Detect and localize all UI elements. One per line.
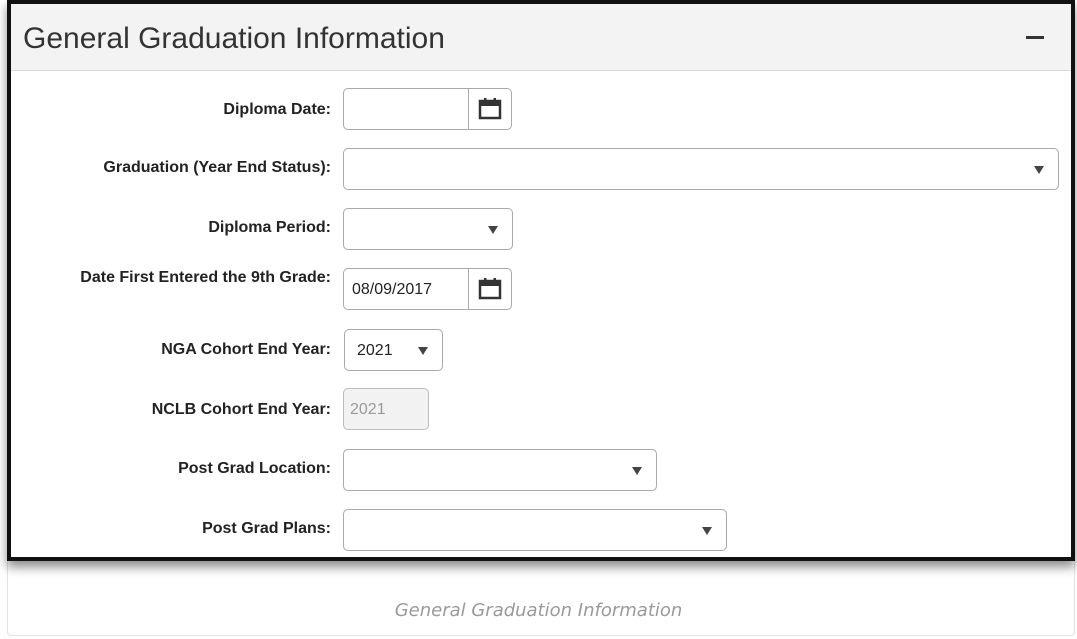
post-grad-plans-label: Post Grad Plans: [202, 520, 331, 537]
date-first-9th-label: Date First Entered the 9th Grade: [80, 269, 331, 286]
nclb-cohort-label: NCLB Cohort End Year: [151, 401, 331, 418]
chevron-down-icon [632, 467, 642, 475]
diploma-period-select[interactable] [343, 208, 513, 250]
date-first-9th-value: 08/09/2017 [352, 281, 433, 298]
nclb-cohort-field: 2021 [343, 388, 429, 430]
post-grad-plans-select[interactable] [343, 509, 727, 551]
date-first-9th-calendar-button[interactable] [468, 269, 511, 309]
nga-cohort-value: 2021 [357, 342, 393, 359]
chevron-down-icon [1034, 166, 1044, 174]
graduation-status-select[interactable] [343, 148, 1059, 190]
panel-header: General Graduation Information [11, 4, 1071, 71]
calendar-icon [478, 278, 502, 300]
date-first-9th-field[interactable]: 08/09/2017 [343, 268, 512, 310]
calendar-icon [478, 98, 502, 120]
chevron-down-icon [418, 347, 428, 355]
diploma-date-label: Diploma Date: [223, 101, 331, 118]
chevron-down-icon [488, 226, 498, 234]
diploma-date-field[interactable] [343, 88, 512, 130]
post-grad-location-label: Post Grad Location: [178, 460, 331, 477]
nclb-cohort-value: 2021 [350, 401, 386, 418]
image-caption: General Graduation Information [394, 600, 683, 621]
nga-cohort-label: NGA Cohort End Year: [161, 341, 331, 358]
graduation-status-label: Graduation (Year End Status): [103, 159, 331, 176]
chevron-down-icon [702, 527, 712, 535]
diploma-period-label: Diploma Period: [208, 219, 331, 236]
collapse-button[interactable] [1021, 22, 1049, 50]
general-graduation-panel: General Graduation Information Diploma D… [7, 0, 1075, 561]
post-grad-location-select[interactable] [343, 449, 657, 491]
nga-cohort-select[interactable]: 2021 [344, 329, 443, 371]
panel-title: General Graduation Information [23, 22, 445, 55]
diploma-date-calendar-button[interactable] [468, 89, 511, 129]
